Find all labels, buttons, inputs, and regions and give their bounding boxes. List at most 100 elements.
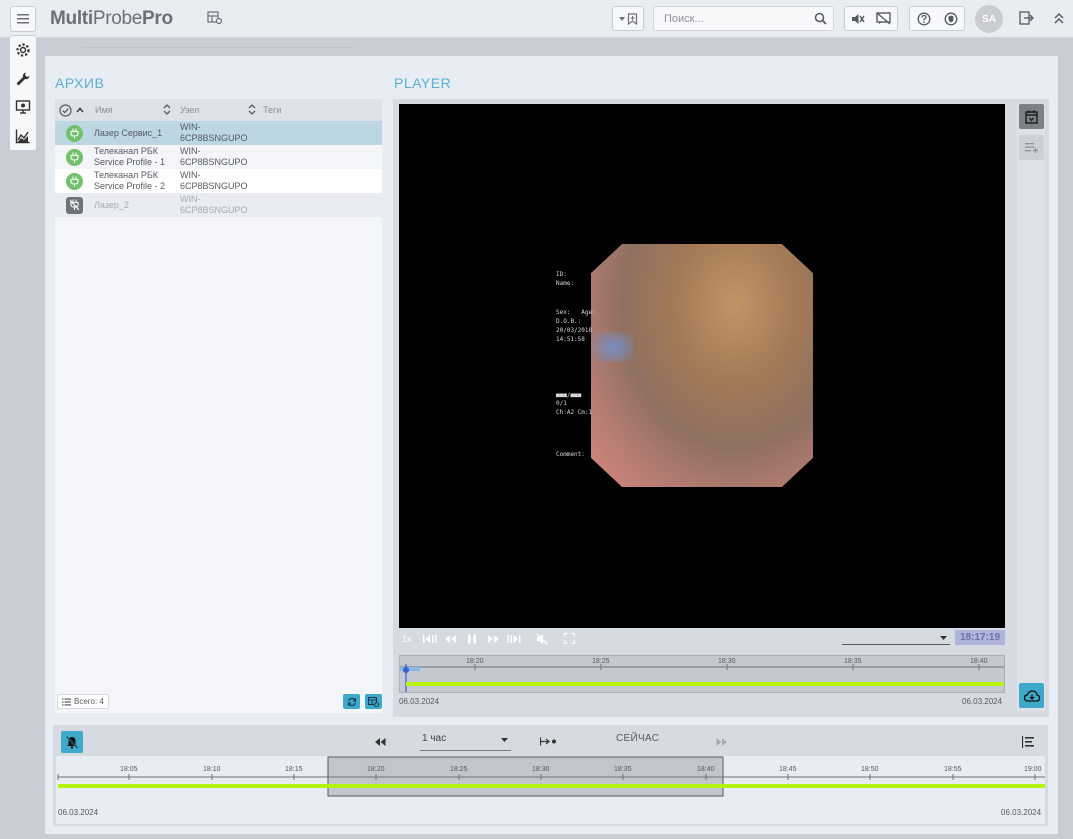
archive-panel: Имя Узел Теги Лазер Сервис_1 WIN-6CP8BSN… (55, 99, 382, 713)
refresh-button[interactable] (343, 694, 360, 709)
row-node: WIN-6CP8BSNGUPO (180, 122, 248, 143)
sort-node-icon[interactable] (248, 103, 256, 116)
period-select[interactable]: 1 час (420, 733, 511, 751)
bookmark-dropdown[interactable] (612, 6, 644, 31)
tick-label: 18:10 (203, 766, 221, 773)
osd-comment: Comment: (556, 451, 585, 458)
calendar-download-icon (1025, 110, 1038, 124)
caret-down-icon (940, 636, 947, 640)
pause-icon[interactable] (467, 634, 477, 644)
shield-icon[interactable] (944, 12, 958, 26)
player-clock: 18:17:19 (955, 630, 1005, 645)
overview-timeline[interactable]: 18:05 18:10 18:15 18:20 18:25 18:30 18:3… (56, 756, 1045, 824)
fullscreen-icon[interactable] (564, 633, 575, 644)
osd-dob: D.O.B.: (556, 318, 582, 325)
player-timeline[interactable]: 18:20 18:25 18:30 18:35 18:40 (399, 655, 1005, 693)
timeline-list-icon[interactable] (1022, 736, 1035, 748)
player-side-rail (1017, 104, 1045, 711)
go-to-time-icon[interactable] (540, 737, 557, 746)
tick-label: 18:55 (944, 766, 962, 773)
caret-down-icon (618, 16, 625, 21)
osd-date: 20/03/2018 (556, 327, 593, 334)
player-title: PLAYER (394, 75, 452, 91)
osd-time: 14:51:58 (556, 336, 585, 343)
overview-date-left: 06.03.2024 (58, 808, 99, 817)
user-avatar[interactable]: SA (975, 5, 1003, 33)
collapse-icon[interactable] (1054, 11, 1064, 30)
tick-label: 18:15 (285, 766, 303, 773)
sound-off-icon[interactable] (536, 633, 548, 645)
online-plug-icon (66, 148, 83, 166)
osd-ch: Ch:A2 Cm:1 (556, 409, 593, 416)
speed-label[interactable]: 1x (402, 634, 412, 644)
playlist-button[interactable] (1019, 135, 1044, 160)
online-plug-icon (66, 172, 83, 190)
video-viewport[interactable]: ID: Name: Sex: Age: D.O.B.: 20/03/2018 1… (399, 104, 1005, 628)
column-name: Имя (95, 105, 113, 115)
overview-date-right: 06.03.2024 (1001, 808, 1042, 817)
tick-label: 18:20 (466, 658, 484, 665)
tick-label: 18:40 (697, 766, 715, 773)
fast-forward-icon[interactable] (487, 634, 500, 644)
sort-name-icon[interactable] (163, 103, 171, 116)
chart-icon[interactable] (15, 128, 31, 144)
app-logo: MultiProbePro (50, 8, 173, 29)
osd-id: ID: (556, 271, 567, 278)
help-icon[interactable] (917, 12, 931, 26)
step-back-icon[interactable] (423, 634, 437, 644)
logout-icon[interactable] (1019, 11, 1034, 30)
total-label: Всего: 4 (74, 697, 104, 706)
notifications-off-button[interactable] (61, 731, 83, 753)
offline-plug-icon (66, 196, 83, 214)
hamburger-icon (17, 14, 29, 24)
player-date-right: 06.03.2024 (962, 697, 1003, 706)
skip-back-icon[interactable] (374, 738, 386, 746)
sort-up-icon[interactable] (76, 107, 84, 113)
tick-label: 18:45 (779, 766, 797, 773)
player-timeline-ticks (400, 664, 1004, 692)
monitor-icon[interactable] (15, 99, 31, 115)
top-bar: MultiProbePro SA (0, 0, 1073, 38)
row-name: Лазер Сервис_1 (94, 127, 163, 138)
rewind-icon[interactable] (444, 634, 457, 644)
mute-icon[interactable] (851, 13, 865, 25)
step-forward-icon[interactable] (507, 634, 521, 644)
playlist-add-icon (1025, 143, 1038, 153)
bookmark-icon (627, 12, 637, 25)
search-icon[interactable] (814, 12, 827, 25)
skip-forward-icon[interactable] (716, 738, 728, 746)
endoscope-image (591, 244, 813, 487)
osd-sex-age: Sex: Age: (556, 309, 596, 316)
archive-row[interactable]: Телеканал РБК Service Profile - 1 WIN-6C… (55, 145, 382, 169)
row-node: WIN-6CP8BSNGUPO (180, 146, 248, 167)
bottom-panel: 1 час СЕЙЧАС 18:05 18:10 18:15 18:20 18:… (53, 725, 1048, 826)
tick-label: 18:30 (532, 766, 550, 773)
tick-label: 18:35 (614, 766, 632, 773)
search-input[interactable] (654, 7, 804, 30)
messages-off-icon[interactable] (876, 12, 891, 25)
main-panel: АРХИВ PLAYER Имя Узел Теги Лазер Сервис_… (45, 56, 1058, 834)
row-name: Телеканал РБК Service Profile - 1 (94, 146, 166, 167)
stream-select[interactable] (842, 631, 950, 645)
tick-label: 18:05 (120, 766, 138, 773)
calendar-button[interactable] (1019, 104, 1044, 129)
left-rail (9, 35, 37, 151)
archive-row[interactable]: Лазер Сервис_1 WIN-6CP8BSNGUPO (55, 121, 382, 145)
row-node: WIN-6CP8BSNGUPO (180, 194, 248, 215)
add-table-button[interactable] (365, 694, 382, 709)
archive-row[interactable]: Лазер_2 WIN-6CP8BSNGUPO (55, 193, 382, 217)
table-add-icon (368, 696, 379, 707)
menu-button[interactable] (10, 6, 36, 32)
now-button[interactable]: СЕЙЧАС (616, 733, 659, 744)
tick-label: 18:25 (450, 766, 468, 773)
tick-label: 18:35 (844, 658, 862, 665)
archive-table-header: Имя Узел Теги (55, 99, 382, 121)
recording-band (406, 682, 1004, 686)
cloud-download-icon (1023, 689, 1040, 702)
status-filter-icon[interactable] (59, 104, 72, 117)
settings-icon[interactable] (15, 42, 31, 58)
archive-row[interactable]: Телеканал РБК Service Profile - 2 WIN-6C… (55, 169, 382, 193)
cloud-download-button[interactable] (1019, 683, 1044, 708)
layout-settings-icon[interactable] (207, 11, 223, 30)
wrench-icon[interactable] (15, 71, 31, 87)
